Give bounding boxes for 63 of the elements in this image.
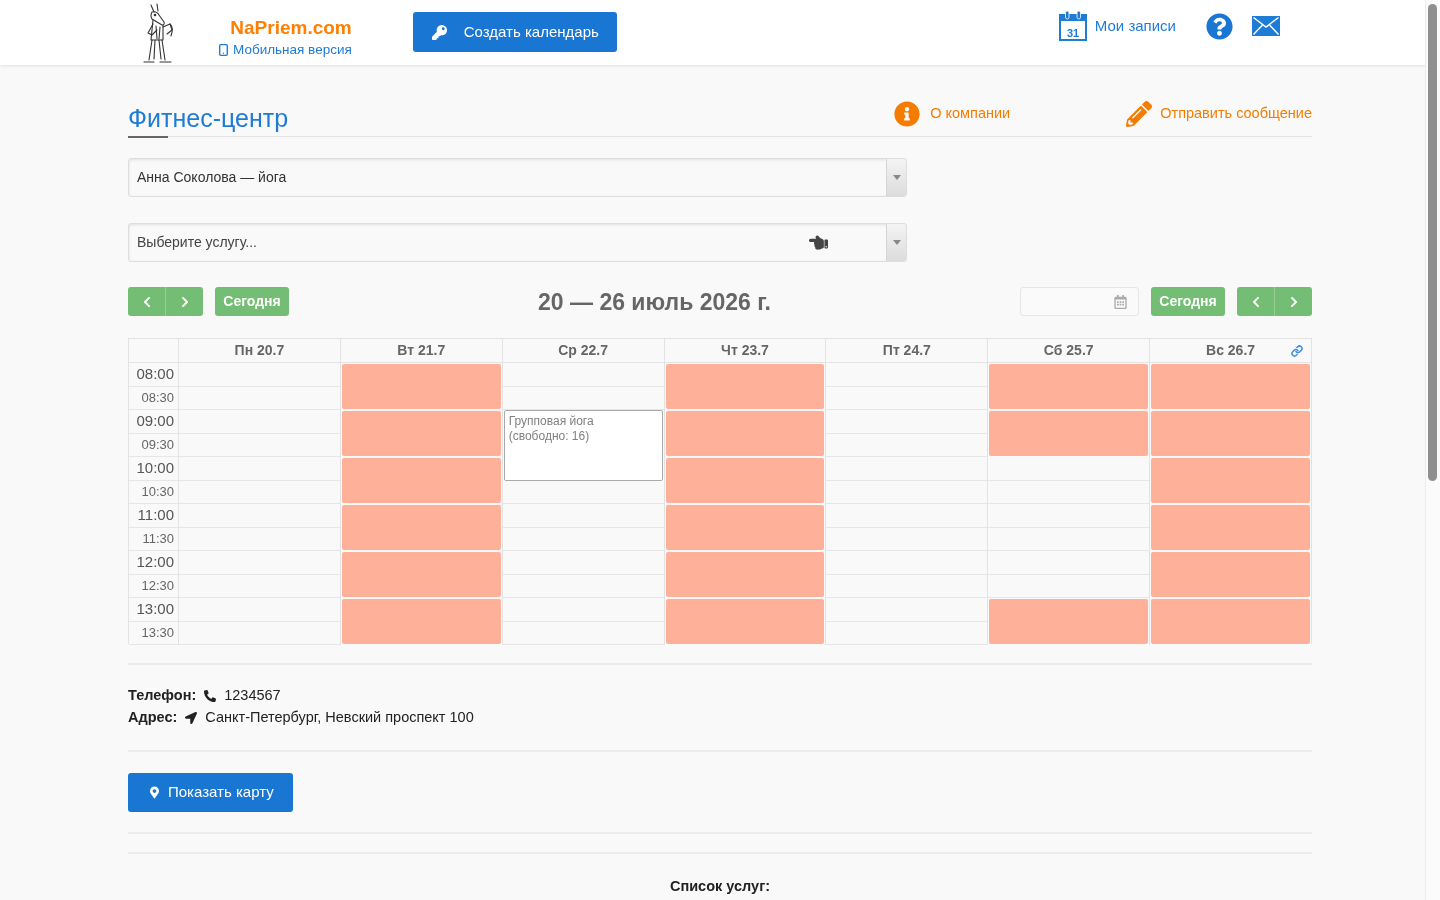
dropdown-field[interactable]: Выберите услугу...	[128, 223, 907, 262]
show-map-button[interactable]: Показать карту	[128, 773, 293, 812]
time-label: 13:30	[141, 624, 174, 642]
dropdown-field[interactable]: Анна Соколова — йога	[128, 158, 907, 197]
day-header: Сб 25.7	[1043, 341, 1094, 360]
map-pin-icon	[150, 786, 159, 799]
day-header: Вс 26.7	[1206, 341, 1256, 360]
time-label: 08:30	[141, 389, 174, 407]
week-range-title: 20 — 26 июль 2026 г.	[538, 287, 771, 316]
time-label: 12:00	[136, 552, 174, 572]
next-button[interactable]	[166, 287, 203, 316]
time-label: 11:30	[142, 530, 174, 548]
phone-number: 1234567	[224, 686, 281, 706]
pointing-hand-icon	[806, 233, 831, 252]
phone-icon	[204, 690, 217, 702]
scrollbar-thumb[interactable]	[1428, 4, 1437, 481]
smartphone-icon	[217, 43, 230, 57]
key-icon	[431, 24, 447, 40]
time-label: 09:30	[141, 436, 174, 454]
chevron-left-icon	[1250, 295, 1261, 308]
my-bookings-link[interactable]: 31 Мои записи	[1058, 11, 1176, 41]
pencil-icon	[1126, 101, 1153, 127]
time-label: 13:00	[136, 599, 174, 619]
date-input-field[interactable]	[1020, 287, 1139, 316]
chevron-right-icon	[1288, 295, 1299, 308]
event-title: Групповая йога	[508, 414, 595, 429]
event-availability: (свободно: 16)	[508, 429, 591, 444]
chevron-right-icon	[179, 295, 190, 308]
location-arrow-icon	[185, 712, 198, 724]
day-header: Пт 24.7	[882, 341, 931, 360]
help-icon[interactable]	[1206, 12, 1233, 40]
services-heading: Список услуг:	[669, 877, 771, 896]
link-icon[interactable]	[1291, 345, 1303, 357]
day-header: Чт 23.7	[721, 341, 769, 360]
info-icon	[894, 101, 921, 127]
event-card[interactable]: Групповая йога (свободно: 16)	[503, 410, 663, 481]
calendar-icon	[1114, 294, 1127, 309]
envelope-icon[interactable]	[1252, 16, 1280, 36]
today-button[interactable]: Сегодня	[215, 287, 289, 316]
day-header: Пн 20.7	[234, 341, 285, 360]
page-title: Фитнес-центр	[128, 103, 289, 134]
time-label: 10:30	[141, 483, 174, 501]
time-label: 10:00	[136, 458, 174, 478]
time-label: 08:00	[136, 364, 174, 384]
brand-name[interactable]: NaPriem.com	[230, 16, 352, 40]
about-link[interactable]: О компании	[894, 101, 1011, 127]
contact-label: Телефон:	[128, 686, 197, 706]
chevron-left-icon	[141, 295, 152, 308]
time-label: 12:30	[141, 577, 174, 595]
calendar-icon: 31	[1058, 11, 1087, 41]
send-message-link[interactable]: Отправить сообщение	[1126, 101, 1312, 127]
time-label: 11:00	[137, 505, 174, 525]
address-text: Санкт-Петербург, Невский проспект 100	[205, 708, 474, 728]
create-calendar-button[interactable]: Создать календарь	[412, 12, 617, 52]
next-button[interactable]	[1275, 287, 1312, 316]
previous-button[interactable]	[128, 287, 166, 316]
time-label: 09:00	[136, 411, 174, 431]
day-header: Ср 22.7	[558, 341, 609, 360]
previous-button[interactable]	[1237, 287, 1275, 316]
mobile-version-link[interactable]: Мобильная версия	[217, 41, 352, 59]
contact-label: Адрес:	[128, 708, 178, 728]
day-header: Вт 21.7	[397, 341, 446, 360]
today-button[interactable]: Сегодня	[1151, 287, 1225, 316]
